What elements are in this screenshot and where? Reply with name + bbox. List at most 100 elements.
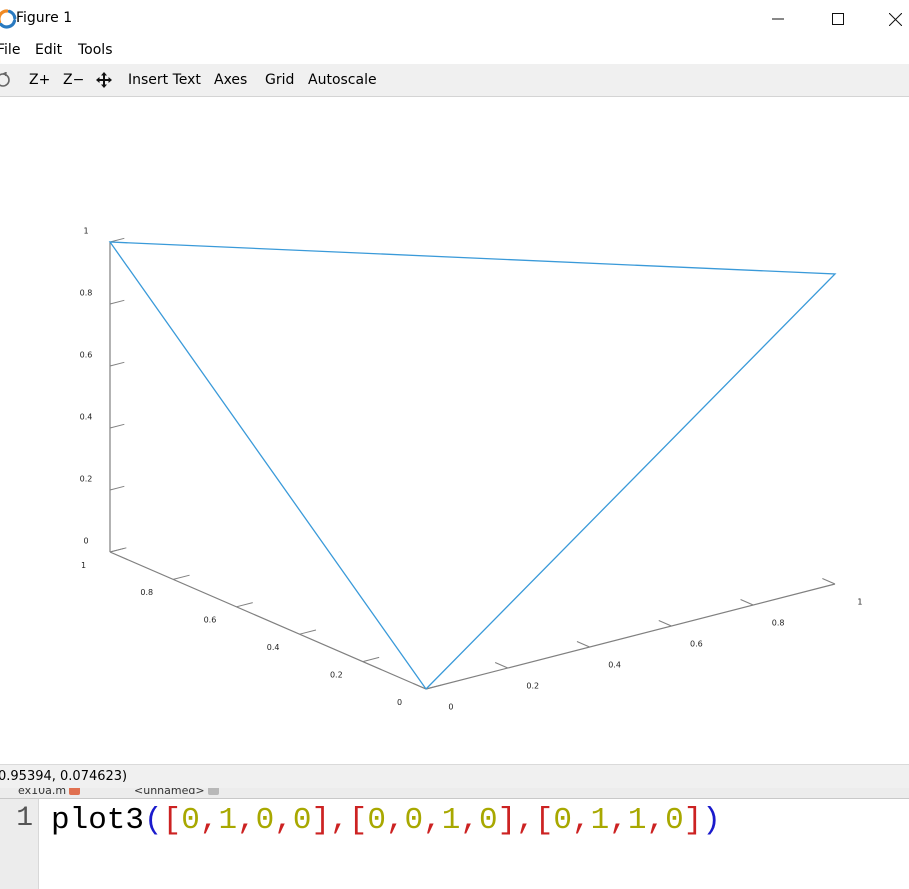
z-tick-label: 0.6 — [80, 351, 93, 360]
x-tick-label: 0.2 — [526, 682, 539, 691]
x-tick-mark — [658, 620, 672, 627]
data-series-line — [108, 241, 837, 690]
x-tick-label: 0.4 — [608, 661, 621, 670]
code-line[interactable]: plot3([0,1,0,0],[0,0,1,0],[0,1,1,0]) — [51, 803, 721, 838]
z-tick-mark — [109, 423, 125, 429]
editor-tab-label: ex10a.m — [18, 788, 67, 797]
x-tick-mark — [576, 641, 590, 648]
y-tick-label: 1 — [81, 561, 86, 570]
pointer-coordinates: 0.95394, 0.074623) — [0, 769, 128, 784]
y-tick-mark — [299, 629, 317, 635]
code-token: , — [609, 803, 628, 838]
code-editor[interactable]: 1 plot3([0,1,0,0],[0,0,1,0],[0,1,1,0]) — [0, 799, 909, 889]
y-tick-label: 0 — [397, 698, 402, 707]
code-token: 1 — [627, 803, 647, 838]
x-axis-line — [425, 583, 836, 690]
x-tick-label: 1 — [857, 598, 862, 607]
z-tick-label: 0 — [83, 537, 88, 546]
code-token: 1 — [590, 803, 610, 838]
window-title: Figure 1 — [16, 10, 73, 26]
x-tick-label: 0 — [448, 703, 453, 712]
z-tick-mark — [109, 547, 125, 553]
line-number: 1 — [16, 803, 33, 834]
code-token: 0 — [404, 803, 424, 838]
code-token: [ — [348, 803, 368, 838]
code-token: , — [199, 803, 219, 838]
x-tick-label: 0.6 — [690, 640, 703, 649]
z-tick-mark — [109, 361, 125, 367]
y-tick-label: 0.8 — [140, 588, 153, 597]
pan-icon[interactable] — [96, 72, 112, 88]
zoom-out-button[interactable]: Z− — [63, 72, 84, 88]
editor-tab-label: <unnamed> — [134, 788, 205, 797]
autoscale-button[interactable]: Autoscale — [308, 72, 377, 88]
code-token: , — [572, 803, 591, 838]
x-tick-mark — [822, 578, 836, 585]
minimize-button[interactable] — [755, 6, 801, 32]
z-tick-mark — [109, 485, 125, 491]
code-token: ] — [683, 803, 703, 838]
zoom-in-button[interactable]: Z+ — [29, 72, 50, 88]
code-token: 0 — [478, 803, 498, 838]
code-token: ( — [144, 803, 163, 838]
grid-button[interactable]: Grid — [265, 72, 294, 88]
z-tick-mark — [109, 299, 125, 305]
editor-tab-unnamed[interactable]: <unnamed> — [134, 788, 219, 798]
code-token: ] — [497, 803, 517, 838]
z-tick-label: 0.4 — [80, 413, 93, 422]
x-tick-mark — [740, 599, 754, 606]
editor-tab-ex10a[interactable]: ex10a.m — [18, 788, 81, 798]
code-token: , — [274, 803, 293, 838]
code-token: , — [423, 803, 442, 838]
y-tick-mark — [236, 602, 253, 608]
menu-tools[interactable]: Tools — [78, 42, 113, 58]
menu-edit[interactable]: Edit — [35, 42, 62, 58]
y-tick-label: 0.4 — [267, 643, 280, 652]
x-tick-mark — [494, 662, 508, 669]
axes-button[interactable]: Axes — [214, 72, 247, 88]
code-token: , — [646, 803, 666, 838]
menu-file[interactable]: File — [0, 42, 20, 58]
code-token: , — [385, 803, 405, 838]
figure-toolbar: Z+ Z− Insert Text Axes Grid Autoscale — [0, 64, 909, 97]
code-token: 0 — [181, 803, 200, 838]
z-tick-label: 0.2 — [80, 475, 93, 484]
y-tick-label: 0.6 — [204, 616, 217, 625]
menu-bar: File Edit Tools — [0, 38, 909, 64]
close-icon — [888, 12, 902, 26]
z-tick-label: 0.8 — [80, 289, 93, 298]
plot3-axes[interactable]: 0 0.2 0.4 0.6 0.8 1 0 0.2 0.4 0.6 0.8 1 0 0.2 0.4 0.6 0.… — [0, 97, 909, 764]
status-bar: 0.95394, 0.074623) — [0, 764, 909, 789]
y-tick-mark — [173, 574, 190, 580]
code-token: 0 — [665, 803, 684, 838]
line-number-gutter: 1 — [0, 799, 39, 889]
code-token: , — [330, 803, 349, 838]
rotate-icon[interactable] — [0, 72, 11, 88]
code-token: 1 — [218, 803, 238, 838]
close-button[interactable] — [872, 6, 909, 32]
code-token: [ — [534, 803, 554, 838]
y-axis-line — [109, 551, 427, 690]
code-token: ] — [311, 803, 331, 838]
code-token: 0 — [367, 803, 386, 838]
plot-canvas[interactable]: 0 0.2 0.4 0.6 0.8 1 0 0.2 0.4 0.6 0.8 1 0 0.2 0.4 0.6 0.… — [0, 97, 909, 764]
code-token: plot3 — [51, 803, 145, 838]
code-token: 0 — [553, 803, 573, 838]
minimize-icon — [772, 18, 784, 20]
tab-close-icon[interactable] — [69, 788, 81, 795]
y-tick-label: 0.2 — [330, 670, 343, 679]
maximize-icon — [832, 13, 844, 25]
code-token: 0 — [255, 803, 275, 838]
code-token: ) — [702, 803, 721, 838]
editor-tab-strip: ex10a.m <unnamed> — [0, 788, 909, 799]
code-token: , — [237, 803, 256, 838]
insert-text-button[interactable]: Insert Text — [128, 72, 201, 88]
title-bar: Figure 1 — [0, 0, 909, 38]
code-token: 1 — [441, 803, 461, 838]
octave-logo-icon — [0, 9, 17, 29]
tab-close-icon[interactable] — [207, 788, 219, 795]
code-token: 0 — [292, 803, 312, 838]
code-token: [ — [162, 803, 182, 838]
maximize-button[interactable] — [815, 6, 861, 32]
z-tick-label: 1 — [83, 227, 88, 236]
